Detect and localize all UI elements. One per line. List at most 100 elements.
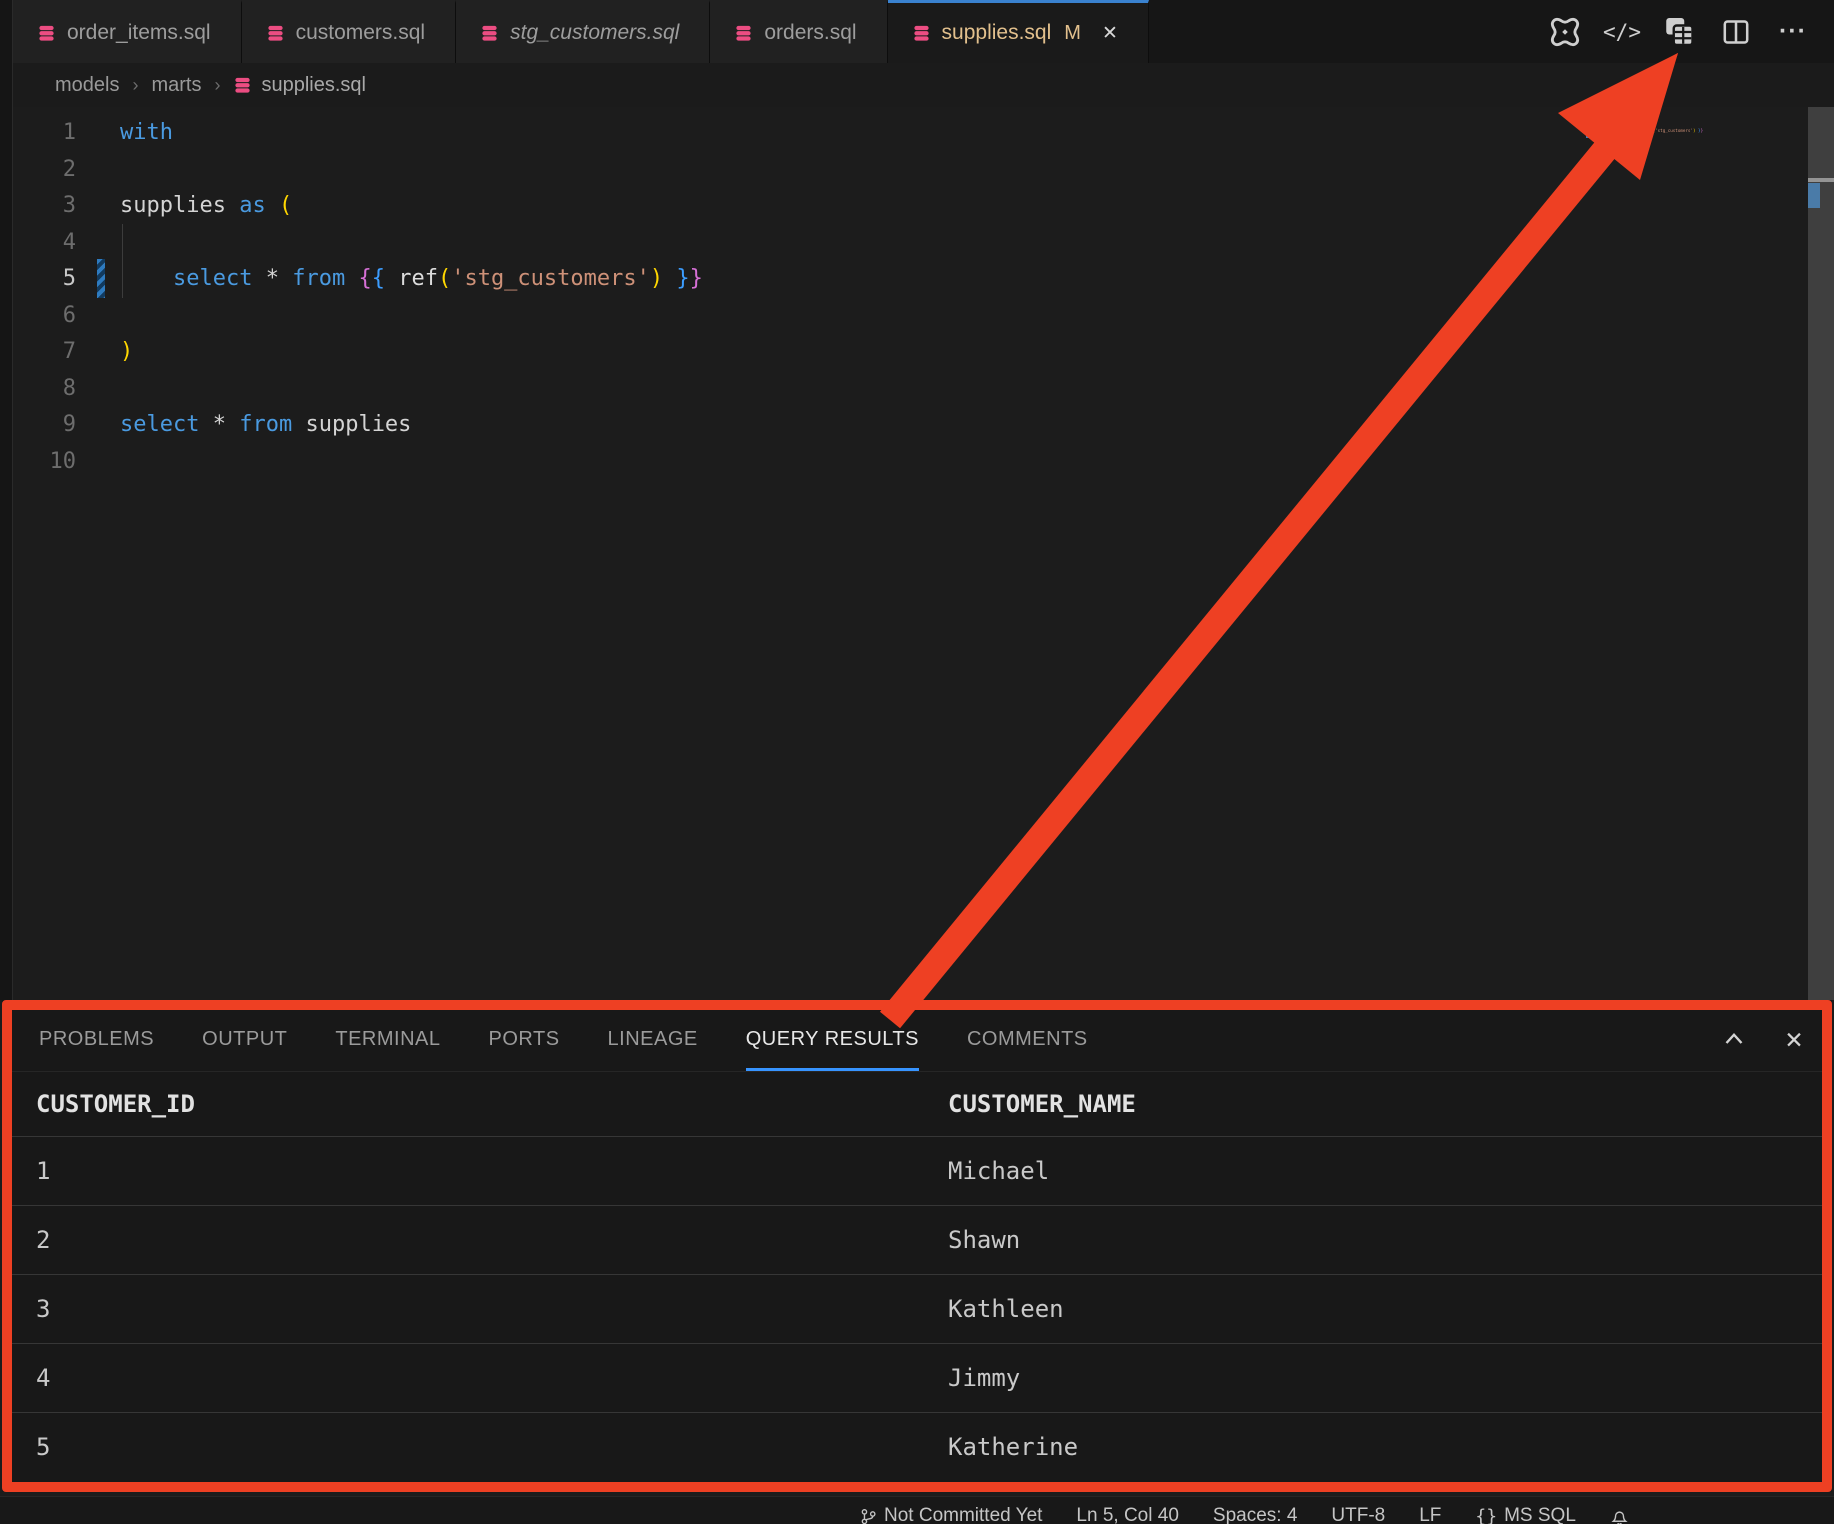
status-item-ms-sql[interactable]: {}MS SQL [1475,1505,1576,1524]
panel-tab-problems[interactable]: PROBLEMS [39,1010,154,1071]
panel-tab-terminal[interactable]: TERMINAL [335,1010,440,1071]
table-row: 3Kathleen [12,1274,1822,1343]
status-label: UTF-8 [1331,1505,1385,1524]
code-token: with [120,120,173,145]
tab-supplies-sql[interactable]: supplies.sql M ✕ [888,0,1149,63]
panel-tab-lineage[interactable]: LINEAGE [608,1010,698,1071]
code-token: { [372,266,385,291]
status-item-lf[interactable]: LF [1419,1505,1441,1524]
code-token: from [239,412,292,437]
status-item-spaces-4[interactable]: Spaces: 4 [1213,1505,1298,1524]
query-results-table: CUSTOMER_IDCUSTOMER_NAME1Michael2Shawn3K… [12,1072,1822,1481]
code-editor[interactable]: 1 with 23supplies as (45 select * from {{ … [13,107,1834,1000]
cell-customer-name: Kathleen [948,1275,1064,1343]
code-token: * [199,412,239,437]
tab-order_items-sql[interactable]: order_items.sql [13,0,242,63]
line-number: 10 [13,444,76,481]
tab-customers-sql[interactable]: customers.sql [242,0,457,63]
editor-actions: </> ··· [1530,0,1834,63]
status-item-ln-5-col-40[interactable]: Ln 5, Col 40 [1076,1505,1178,1524]
code-line[interactable]: 4 [13,225,1834,262]
cell-customer-id: 2 [36,1226,50,1254]
panel-tab-query-results[interactable]: QUERY RESULTS [746,1010,919,1071]
code-token: * [252,266,292,291]
code-token: ( [438,266,451,291]
tab-label: customers.sql [296,21,426,45]
line-number: 8 [13,371,76,408]
cell-customer-id: 5 [36,1433,50,1461]
status-item-bell-icon[interactable] [1610,1507,1629,1524]
editor-tab-bar: order_items.sql customers.sql stg_customer… [13,0,1834,63]
database-icon [480,24,499,43]
code-line[interactable]: 8 [13,371,1834,408]
code-preview-icon[interactable]: </> [1607,17,1637,47]
code-line[interactable]: 3supplies as ( [13,188,1834,225]
code-line[interactable]: 9select * from supplies [13,407,1834,444]
code-line[interactable]: 7) [13,334,1834,371]
overview-cursor-marker [1808,178,1834,182]
close-icon[interactable]: ✕ [1780,1026,1808,1054]
panel-tab-output[interactable]: OUTPUT [202,1010,287,1071]
tab-label: supplies.sql [942,21,1052,45]
status-label: LF [1419,1505,1441,1524]
database-icon [912,24,931,43]
breadcrumb-item-models[interactable]: models [55,74,119,97]
cell-customer-name: Jimmy [948,1344,1020,1412]
status-item-utf-8[interactable]: UTF-8 [1331,1505,1385,1524]
panel-tab-ports[interactable]: PORTS [489,1010,560,1071]
editor-scrollbar[interactable] [1808,107,1834,1000]
query-results-icon[interactable] [1664,17,1694,47]
line-number: 4 [13,225,76,262]
cell-customer-id: 4 [36,1364,50,1392]
overview-modified-marker [1808,183,1820,208]
code-token: ) [650,266,663,291]
line-number: 3 [13,188,76,225]
code-line[interactable]: 1 with [13,115,1834,152]
status-label: Spaces: 4 [1213,1505,1298,1524]
cell-customer-name: Michael [948,1137,1049,1205]
table-row: 2Shawn [12,1205,1822,1274]
dbt-icon[interactable] [1550,17,1580,47]
chevron-up-icon[interactable] [1720,1026,1748,1054]
database-icon [266,24,285,43]
status-item-not-committed-yet[interactable]: Not Committed Yet [860,1505,1042,1524]
line-number: 7 [13,334,76,371]
code-token: select [173,266,252,291]
line-number: 1 [13,115,76,152]
status-label: Not Committed Yet [884,1505,1042,1524]
line-number: 6 [13,298,76,335]
breadcrumb-item-marts[interactable]: marts [151,74,201,97]
code-token: supplies [292,412,411,437]
braces-icon: {} [1475,1506,1497,1524]
window-left-edge [0,0,13,1000]
code-line[interactable]: 6 [13,298,1834,335]
minimap-modified-marker [1586,129,1591,138]
code-token: ref [398,266,438,291]
code-line[interactable]: 2 [13,152,1834,189]
table-row: 1Michael [12,1136,1822,1205]
status-label: Ln 5, Col 40 [1076,1505,1178,1524]
bell-icon [1610,1507,1629,1524]
breadcrumb-separator: › [132,75,138,96]
breadcrumb-file[interactable]: supplies.sql [233,74,366,97]
column-header: CUSTOMER_NAME [948,1072,1136,1136]
close-icon[interactable]: ✕ [1102,22,1118,45]
line-number: 5 [13,261,76,298]
minimap-line [1592,151,1704,155]
tab-stg_customers-sql[interactable]: stg_customers.sql [456,0,710,63]
split-editor-icon[interactable] [1721,17,1751,47]
minimap[interactable]: with supplies as ( select * from {{ ref(… [1592,112,1704,155]
code-token: ) [120,339,133,364]
tab-orders-sql[interactable]: orders.sql [710,0,887,63]
modified-badge: M [1064,22,1081,45]
breadcrumb-file-label: supplies.sql [261,74,366,97]
code-line[interactable]: 10 [13,444,1834,481]
line-number: 2 [13,152,76,189]
code-token: 'stg_customers' [451,266,650,291]
more-actions-icon[interactable]: ··· [1778,17,1808,47]
tab-label: stg_customers.sql [510,21,679,45]
panel-tab-comments[interactable]: COMMENTS [967,1010,1088,1071]
code-line[interactable]: 5 select * from {{ ref('stg_customers') … [13,261,1834,298]
tab-label: orders.sql [764,21,856,45]
vscode-window: order_items.sql customers.sql stg_customer… [0,0,1834,1524]
